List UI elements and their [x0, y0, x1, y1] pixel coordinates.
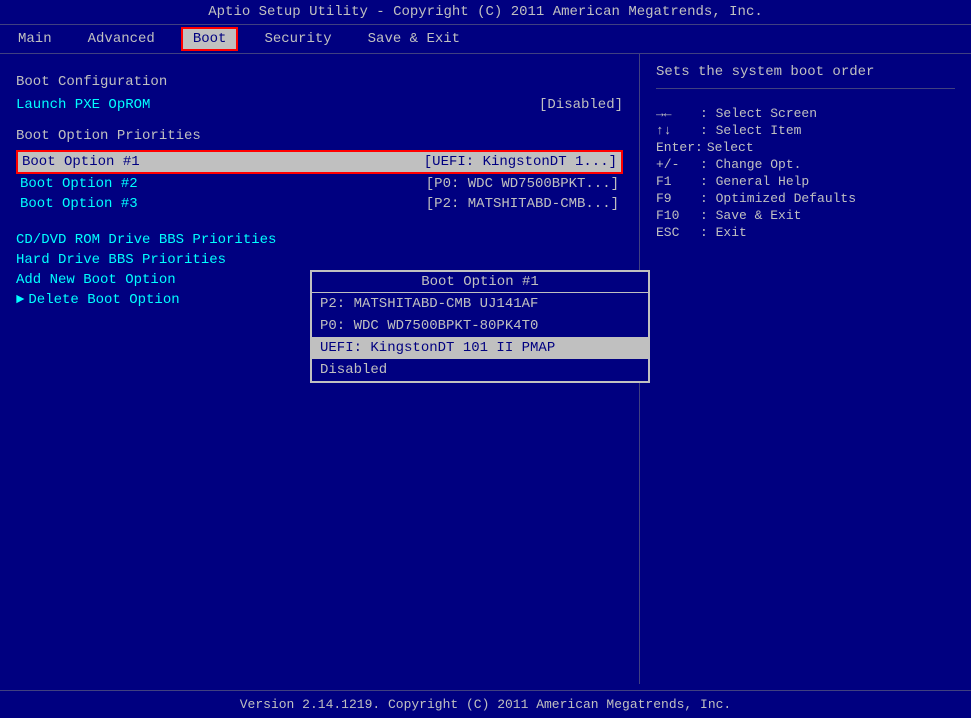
key-desc-f10: : Save & Exit	[700, 208, 801, 223]
key-row-f10: F10 : Save & Exit	[656, 207, 955, 224]
boot-option-1-row[interactable]: Boot Option #1 [UEFI: KingstonDT 1...]	[16, 150, 623, 174]
help-text: Sets the system boot order	[656, 64, 955, 80]
launch-pxe-row[interactable]: Launch PXE OpROM [Disabled]	[16, 96, 623, 114]
menu-item-save-exit[interactable]: Save & Exit	[358, 29, 470, 49]
dropdown-item-1[interactable]: P0: WDC WD7500BPKT-80PK4T0	[312, 315, 648, 337]
key-desc-select-item: : Select Item	[700, 123, 801, 138]
key-row-select-screen: →← : Select Screen	[656, 105, 955, 122]
menu-item-boot[interactable]: Boot	[181, 27, 239, 51]
boot-option-priorities-title: Boot Option Priorities	[16, 128, 623, 144]
key-arrows-ud: ↑↓	[656, 123, 696, 138]
menu-item-advanced[interactable]: Advanced	[78, 29, 165, 49]
boot-option-3-row[interactable]: Boot Option #3 [P2: MATSHITABD-CMB...]	[16, 194, 623, 214]
dropdown-item-2[interactable]: UEFI: KingstonDT 101 II PMAP	[312, 337, 648, 359]
key-desc-select-screen: : Select Screen	[700, 106, 817, 121]
key-esc: ESC	[656, 225, 696, 240]
key-desc-change-opt: : Change Opt.	[700, 157, 801, 172]
divider	[656, 88, 955, 89]
dropdown-title: Boot Option #1	[312, 272, 648, 293]
status-text: Version 2.14.1219. Copyright (C) 2011 Am…	[240, 697, 731, 712]
key-row-enter: Enter: Select	[656, 139, 955, 156]
key-arrows-lr: →←	[656, 106, 696, 121]
boot-option-2-value: [P0: WDC WD7500BPKT...]	[426, 176, 619, 192]
right-panel: Sets the system boot order →← : Select S…	[640, 54, 971, 684]
key-row-esc: ESC : Exit	[656, 224, 955, 241]
boot-option-2-label: Boot Option #2	[20, 176, 138, 192]
launch-pxe-label: Launch PXE OpROM	[16, 97, 150, 113]
arrow-icon: ►	[16, 292, 24, 308]
boot-option-1-label: Boot Option #1	[22, 154, 140, 170]
dropdown-item-3[interactable]: Disabled	[312, 359, 648, 381]
delete-label: Delete Boot Option	[28, 292, 179, 308]
menu-item-main[interactable]: Main	[8, 29, 62, 49]
title-text: Aptio Setup Utility - Copyright (C) 2011…	[208, 4, 763, 20]
key-plus-minus: +/-	[656, 157, 696, 172]
boot-config-title: Boot Configuration	[16, 74, 623, 90]
cd-dvd-priorities-link[interactable]: CD/DVD ROM Drive BBS Priorities	[16, 230, 623, 250]
menu-item-security[interactable]: Security	[254, 29, 341, 49]
key-desc-esc: : Exit	[700, 225, 747, 240]
dropdown-item-0[interactable]: P2: MATSHITABD-CMB UJ141AF	[312, 293, 648, 315]
key-desc-f9: : Optimized Defaults	[700, 191, 856, 206]
key-desc-f1: : General Help	[700, 174, 809, 189]
cd-dvd-label: CD/DVD ROM Drive BBS Priorities	[16, 232, 276, 248]
key-help-section: →← : Select Screen ↑↓ : Select Item Ente…	[656, 105, 955, 241]
boot-option-1-value: [UEFI: KingstonDT 1...]	[424, 154, 617, 170]
key-f10: F10	[656, 208, 696, 223]
title-bar: Aptio Setup Utility - Copyright (C) 2011…	[0, 0, 971, 24]
add-new-label: Add New Boot Option	[16, 272, 176, 288]
key-f9: F9	[656, 191, 696, 206]
menu-bar: Main Advanced Boot Security Save & Exit	[0, 24, 971, 54]
launch-pxe-value: [Disabled]	[539, 97, 623, 113]
key-f1: F1	[656, 174, 696, 189]
key-enter: Enter:	[656, 140, 703, 155]
boot-option-3-label: Boot Option #3	[20, 196, 138, 212]
key-row-select-item: ↑↓ : Select Item	[656, 122, 955, 139]
key-row-change-opt: +/- : Change Opt.	[656, 156, 955, 173]
status-bar: Version 2.14.1219. Copyright (C) 2011 Am…	[0, 690, 971, 718]
boot-option-2-row[interactable]: Boot Option #2 [P0: WDC WD7500BPKT...]	[16, 174, 623, 194]
hard-drive-priorities-link[interactable]: Hard Drive BBS Priorities	[16, 250, 623, 270]
key-row-f1: F1 : General Help	[656, 173, 955, 190]
dropdown-popup[interactable]: Boot Option #1 P2: MATSHITABD-CMB UJ141A…	[310, 270, 650, 383]
key-row-f9: F9 : Optimized Defaults	[656, 190, 955, 207]
key-desc-enter: Select	[707, 140, 754, 155]
hard-drive-label: Hard Drive BBS Priorities	[16, 252, 226, 268]
boot-option-3-value: [P2: MATSHITABD-CMB...]	[426, 196, 619, 212]
